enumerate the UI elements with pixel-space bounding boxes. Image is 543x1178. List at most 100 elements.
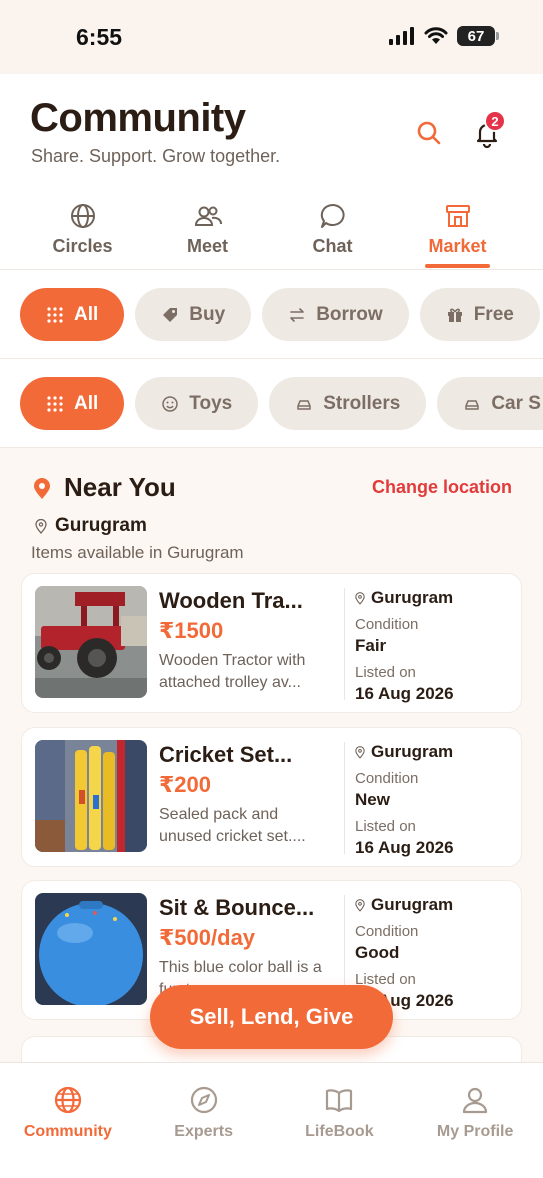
- nav-label: Experts: [174, 1123, 233, 1140]
- condition-value: New: [355, 790, 390, 809]
- condition-label: Condition: [355, 616, 419, 633]
- tab-label: Market: [428, 236, 487, 256]
- listing-city-name: Gurugram: [371, 895, 454, 914]
- person-icon: [463, 1087, 488, 1114]
- listing-description: Wooden Tractor with attached trolley av.…: [159, 652, 306, 691]
- chip-label: Buy: [189, 303, 226, 325]
- change-location-link[interactable]: Change location: [372, 477, 512, 498]
- tab-chat[interactable]: Chat: [270, 198, 395, 268]
- listing-meta: Gurugram Condition Fair Listed on 16 Aug…: [355, 588, 454, 704]
- tab-label: Chat: [312, 236, 353, 256]
- nav-label: LifeBook: [305, 1123, 374, 1140]
- listing-title: Sit & Bounce...: [159, 895, 315, 920]
- location-outline-icon: [355, 898, 365, 912]
- grid-icon: [47, 395, 63, 412]
- search-button[interactable]: [414, 118, 444, 148]
- listing-city: Gurugram: [355, 588, 454, 608]
- card-divider: [344, 742, 345, 854]
- search-icon: [417, 121, 441, 145]
- tab-meet[interactable]: Meet: [145, 198, 270, 268]
- filter-chip-borrow[interactable]: Borrow: [262, 288, 409, 341]
- listed-date: 16 Aug 2026: [355, 684, 454, 703]
- grid-icon: [47, 306, 63, 323]
- type-filter-row: All Buy Borrow Free: [0, 270, 543, 359]
- listed-date: 16 Aug 2026: [355, 838, 454, 857]
- battery-icon: 67: [457, 26, 499, 46]
- car-icon: [297, 399, 311, 410]
- people-icon: [194, 206, 222, 226]
- status-icons: 67: [389, 26, 499, 46]
- nav-my-profile[interactable]: My Profile: [415, 1063, 535, 1178]
- nav-label: Community: [23, 1123, 112, 1140]
- nav-community[interactable]: Community: [8, 1063, 128, 1178]
- filter-chip-all[interactable]: All: [20, 288, 125, 341]
- tab-label: Meet: [186, 236, 228, 256]
- notification-badge: 2: [484, 110, 506, 132]
- condition-label: Condition: [355, 923, 419, 940]
- nav-lifebook[interactable]: LifeBook: [279, 1063, 399, 1178]
- listing-city-name: Gurugram: [371, 742, 454, 761]
- listing-image-cricket-set: [35, 740, 147, 852]
- chip-label: Car S: [491, 392, 541, 414]
- location-outline-icon: [35, 518, 47, 534]
- category-chip-toys[interactable]: Toys: [135, 377, 259, 430]
- header: Community Share. Support. Grow together.…: [0, 74, 543, 270]
- section-tabs: Circles Meet Chat Market: [0, 198, 543, 268]
- chip-label: Borrow: [316, 303, 383, 325]
- near-you-title: Near You: [64, 472, 176, 502]
- current-city: Gurugram: [35, 515, 147, 537]
- listing-card[interactable]: Cricket Set... ₹200 Sealed pack and unus…: [21, 727, 522, 867]
- page-subtitle: Share. Support. Grow together.: [31, 146, 281, 166]
- listing-price: ₹500/day: [159, 925, 256, 950]
- listed-label: Listed on: [355, 664, 416, 681]
- status-bar: 6:55 67: [0, 0, 543, 74]
- sell-lend-give-button[interactable]: Sell, Lend, Give: [150, 985, 393, 1049]
- gift-icon: [447, 308, 462, 322]
- listing-price: ₹1500: [159, 618, 224, 643]
- wifi-icon: [424, 27, 448, 44]
- globe-icon: [54, 1086, 81, 1114]
- bottom-nav: Community Experts LifeBook My Profile: [0, 1062, 543, 1178]
- listing-meta: Gurugram Condition New Listed on 16 Aug …: [355, 742, 454, 858]
- nav-label: My Profile: [436, 1123, 514, 1140]
- status-time: 6:55: [76, 24, 123, 50]
- card-divider: [344, 588, 345, 700]
- chip-label: All: [74, 392, 99, 414]
- battery-level: 67: [467, 27, 485, 45]
- book-icon: [326, 1089, 353, 1113]
- near-you-section: Near You Change location Gurugram Items …: [0, 448, 543, 572]
- availability-text: Items available in Gurugram: [31, 543, 244, 562]
- active-tab-indicator: [425, 264, 490, 268]
- listing-title: Cricket Set...: [159, 742, 293, 767]
- listing-title: Wooden Tra...: [159, 588, 303, 613]
- page-title: Community: [30, 96, 246, 140]
- location-outline-icon: [355, 591, 365, 605]
- signal-icon: [389, 27, 414, 45]
- tab-label: Circles: [52, 236, 113, 256]
- listing-image-bounce-ball: [35, 893, 147, 1005]
- category-chip-all[interactable]: All: [20, 377, 125, 430]
- listing-description: Sealed pack and unused cricket set....: [159, 806, 306, 845]
- chip-label: Strollers: [323, 392, 401, 414]
- compass-icon: [190, 1086, 217, 1114]
- category-chip-car-seats[interactable]: Car S: [437, 377, 543, 430]
- notifications-button[interactable]: 2: [472, 110, 506, 149]
- condition-value: Good: [355, 943, 400, 962]
- nav-experts[interactable]: Experts: [144, 1063, 264, 1178]
- listed-label: Listed on: [355, 818, 416, 835]
- filter-chip-free[interactable]: Free: [419, 288, 540, 341]
- location-pin-icon: [34, 478, 50, 499]
- listing-image-tractor: [35, 586, 147, 698]
- listing-price: ₹200: [159, 772, 212, 797]
- tab-circles[interactable]: Circles: [20, 198, 145, 268]
- chat-bubble-icon: [320, 203, 345, 228]
- listing-card[interactable]: Wooden Tra... ₹1500 Wooden Tractor with …: [21, 573, 522, 713]
- condition-value: Fair: [355, 636, 387, 655]
- store-icon: [445, 205, 470, 227]
- filter-chip-buy[interactable]: Buy: [135, 288, 252, 341]
- category-chip-strollers[interactable]: Strollers: [269, 377, 427, 430]
- tab-market[interactable]: Market: [395, 198, 520, 268]
- condition-label: Condition: [355, 770, 419, 787]
- city-name: Gurugram: [55, 515, 147, 536]
- chip-label: Free: [473, 303, 514, 325]
